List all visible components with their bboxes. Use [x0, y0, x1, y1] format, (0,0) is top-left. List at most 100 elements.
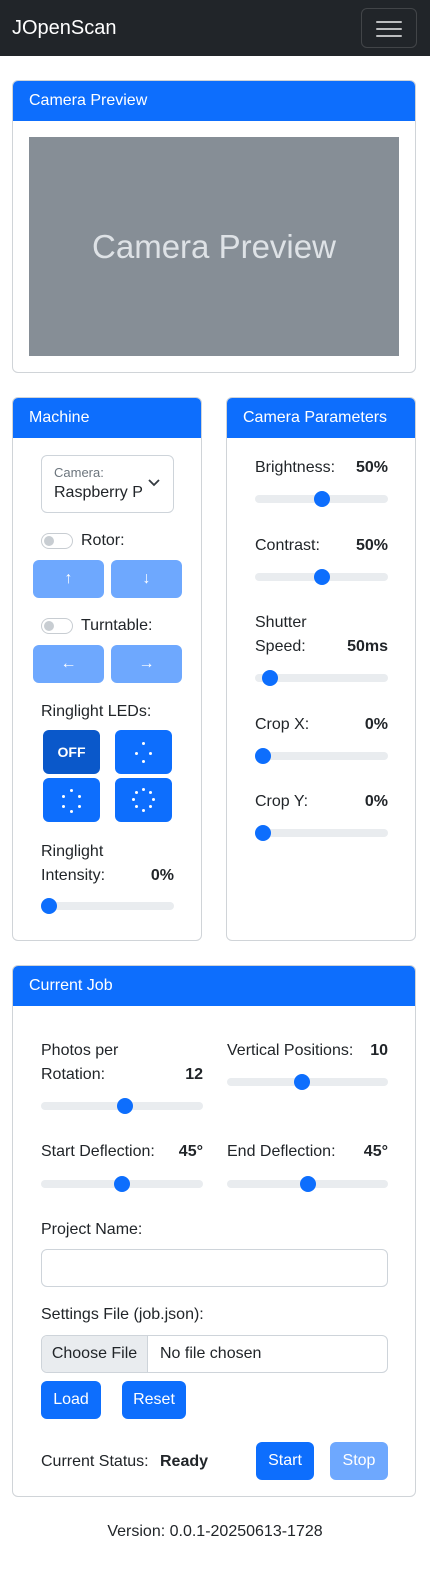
camera-select[interactable]: Camera: Raspberry P — [41, 455, 174, 513]
photos-per-rotation-label-line1: Photos per — [41, 1042, 119, 1059]
photos-per-rotation-label-line2: Rotation: — [41, 1066, 106, 1083]
led-dot-icon — [70, 789, 73, 792]
file-status-text: No file chosen — [160, 1345, 262, 1362]
ringlight-leds-label: Ringlight LEDs: — [41, 703, 152, 720]
hamburger-icon-line — [376, 28, 402, 30]
shutter-speed-label-line1: Shutter — [255, 614, 307, 631]
slider-thumb[interactable] — [255, 825, 271, 841]
hamburger-icon — [376, 21, 402, 23]
led-dot-icon — [142, 809, 145, 812]
settings-file-label: Settings File (job.json): — [41, 1306, 204, 1323]
led-dot-icon — [135, 752, 138, 755]
slider-thumb[interactable] — [313, 491, 330, 507]
ringlight-intensity-slider[interactable] — [41, 898, 174, 914]
ringlight-four-dots-button[interactable] — [115, 730, 172, 774]
contrast-label: Contrast: — [255, 537, 320, 554]
led-dot-icon — [149, 791, 152, 794]
camera-preview-image: Camera Preview — [29, 137, 399, 356]
shutter-speed-value: 50ms — [347, 638, 388, 655]
version-text: Version: 0.0.1-20250613-1728 — [107, 1523, 323, 1540]
stop-button[interactable]: Stop — [330, 1442, 388, 1480]
reset-button[interactable]: Reset — [122, 1381, 186, 1419]
photos-per-rotation-slider[interactable] — [41, 1098, 203, 1114]
led-dot-icon — [62, 795, 65, 798]
crop-x-value: 0% — [364, 716, 388, 733]
camera-parameters-card: Camera Parameters Brightness: 50% Contra… — [226, 397, 416, 941]
slider-thumb[interactable] — [313, 569, 330, 585]
led-dot-icon — [142, 760, 145, 763]
ringlight-full-ring-button[interactable] — [115, 778, 172, 822]
current-status-value: Ready — [160, 1453, 209, 1470]
project-name-label: Project Name: — [41, 1221, 143, 1238]
current-job-header: Current Job — [13, 966, 415, 1006]
slider-thumb[interactable] — [262, 670, 279, 686]
turntable-label: Turntable: — [81, 617, 153, 634]
chevron-down-icon — [148, 479, 160, 487]
turntable-left-button[interactable]: ← — [33, 645, 104, 683]
led-dot-icon — [149, 805, 152, 808]
slider-thumb[interactable] — [41, 898, 57, 914]
slider-thumb[interactable] — [293, 1074, 310, 1090]
end-deflection-value: 45° — [363, 1143, 388, 1160]
settings-file-input[interactable]: Choose File No file chosen — [41, 1335, 388, 1373]
hamburger-icon-line — [376, 35, 402, 37]
shutter-speed-label-line2: Speed: — [255, 638, 306, 655]
vertical-positions-label: Vertical Positions: — [227, 1042, 354, 1059]
led-dot-icon — [152, 798, 155, 801]
ringlight-off-button[interactable]: OFF — [43, 730, 100, 774]
photos-per-rotation-value: 12 — [185, 1066, 203, 1083]
start-deflection-label: Start Deflection: — [41, 1143, 155, 1160]
slider-thumb[interactable] — [116, 1098, 133, 1114]
rotor-switch[interactable] — [41, 533, 73, 549]
contrast-value: 50% — [355, 537, 388, 554]
led-dot-icon — [142, 742, 145, 745]
vertical-positions-slider[interactable] — [227, 1074, 388, 1090]
crop-y-value: 0% — [364, 793, 388, 810]
turntable-switch[interactable] — [41, 618, 73, 634]
brightness-value: 50% — [355, 459, 388, 476]
camera-select-label: Camera: — [54, 465, 104, 480]
led-dot-icon — [149, 752, 152, 755]
camera-preview-header: Camera Preview — [13, 81, 415, 121]
led-dot-icon — [135, 791, 138, 794]
current-status-label: Current Status: — [41, 1453, 149, 1470]
shutter-speed-slider[interactable] — [255, 670, 388, 686]
rotor-label: Rotor: — [81, 532, 125, 549]
slider-thumb[interactable] — [255, 748, 271, 764]
machine-card: Machine Camera: Raspberry P Rotor: ↑ ↓ T… — [12, 397, 202, 941]
camera-select-value: Raspberry P — [54, 484, 143, 501]
brightness-label: Brightness: — [255, 459, 336, 476]
rotor-down-button[interactable]: ↓ — [111, 560, 182, 598]
project-name-input[interactable] — [41, 1249, 388, 1287]
ringlight-intensity-label-line1: Ringlight — [41, 843, 104, 860]
ringlight-six-dots-button[interactable] — [43, 778, 100, 822]
led-dot-icon — [78, 805, 81, 808]
brand-title[interactable]: JOpenScan — [12, 16, 117, 40]
crop-y-label: Crop Y: — [255, 793, 309, 810]
camera-parameters-header: Camera Parameters — [227, 398, 415, 438]
start-button[interactable]: Start — [256, 1442, 314, 1480]
led-dot-icon — [62, 805, 65, 808]
camera-preview-card: Camera Preview Camera Preview — [12, 80, 416, 373]
load-button[interactable]: Load — [41, 1381, 101, 1419]
start-deflection-value: 45° — [178, 1143, 203, 1160]
menu-toggle-button[interactable] — [361, 8, 417, 48]
end-deflection-slider[interactable] — [227, 1176, 388, 1192]
start-deflection-slider[interactable] — [41, 1176, 203, 1192]
end-deflection-label: End Deflection: — [227, 1143, 336, 1160]
rotor-up-button[interactable]: ↑ — [33, 560, 104, 598]
current-job-card: Current Job Photos per Rotation: 12 Vert… — [12, 965, 416, 1497]
choose-file-button[interactable]: Choose File — [42, 1336, 148, 1372]
contrast-slider[interactable] — [255, 569, 388, 585]
crop-y-slider[interactable] — [255, 825, 388, 841]
crop-x-label: Crop X: — [255, 716, 310, 733]
led-dot-icon — [142, 788, 145, 791]
slider-thumb[interactable] — [299, 1176, 316, 1192]
machine-header: Machine — [13, 398, 201, 438]
crop-x-slider[interactable] — [255, 748, 388, 764]
brightness-slider[interactable] — [255, 491, 388, 507]
led-dot-icon — [135, 805, 138, 808]
turntable-right-button[interactable]: → — [111, 645, 182, 683]
slider-thumb[interactable] — [114, 1176, 130, 1192]
navbar: JOpenScan — [0, 0, 430, 56]
